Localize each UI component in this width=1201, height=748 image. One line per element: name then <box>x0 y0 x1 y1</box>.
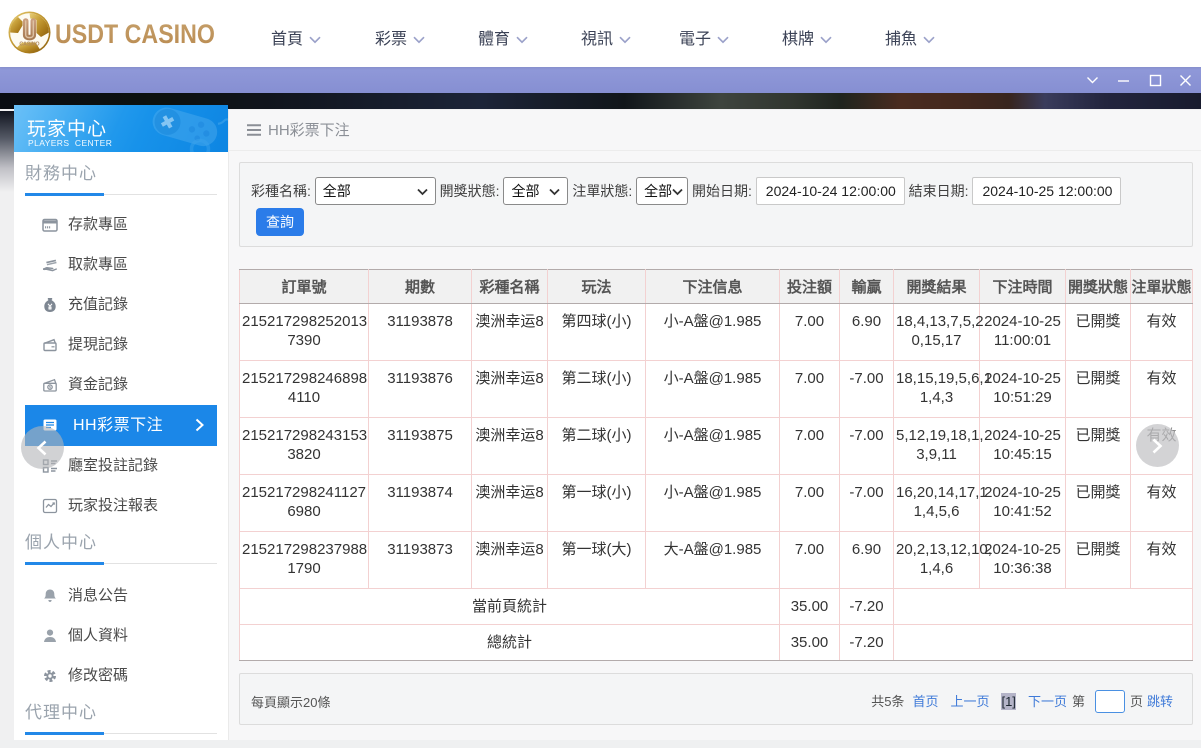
svg-text:CASINO: CASINO <box>19 42 39 48</box>
